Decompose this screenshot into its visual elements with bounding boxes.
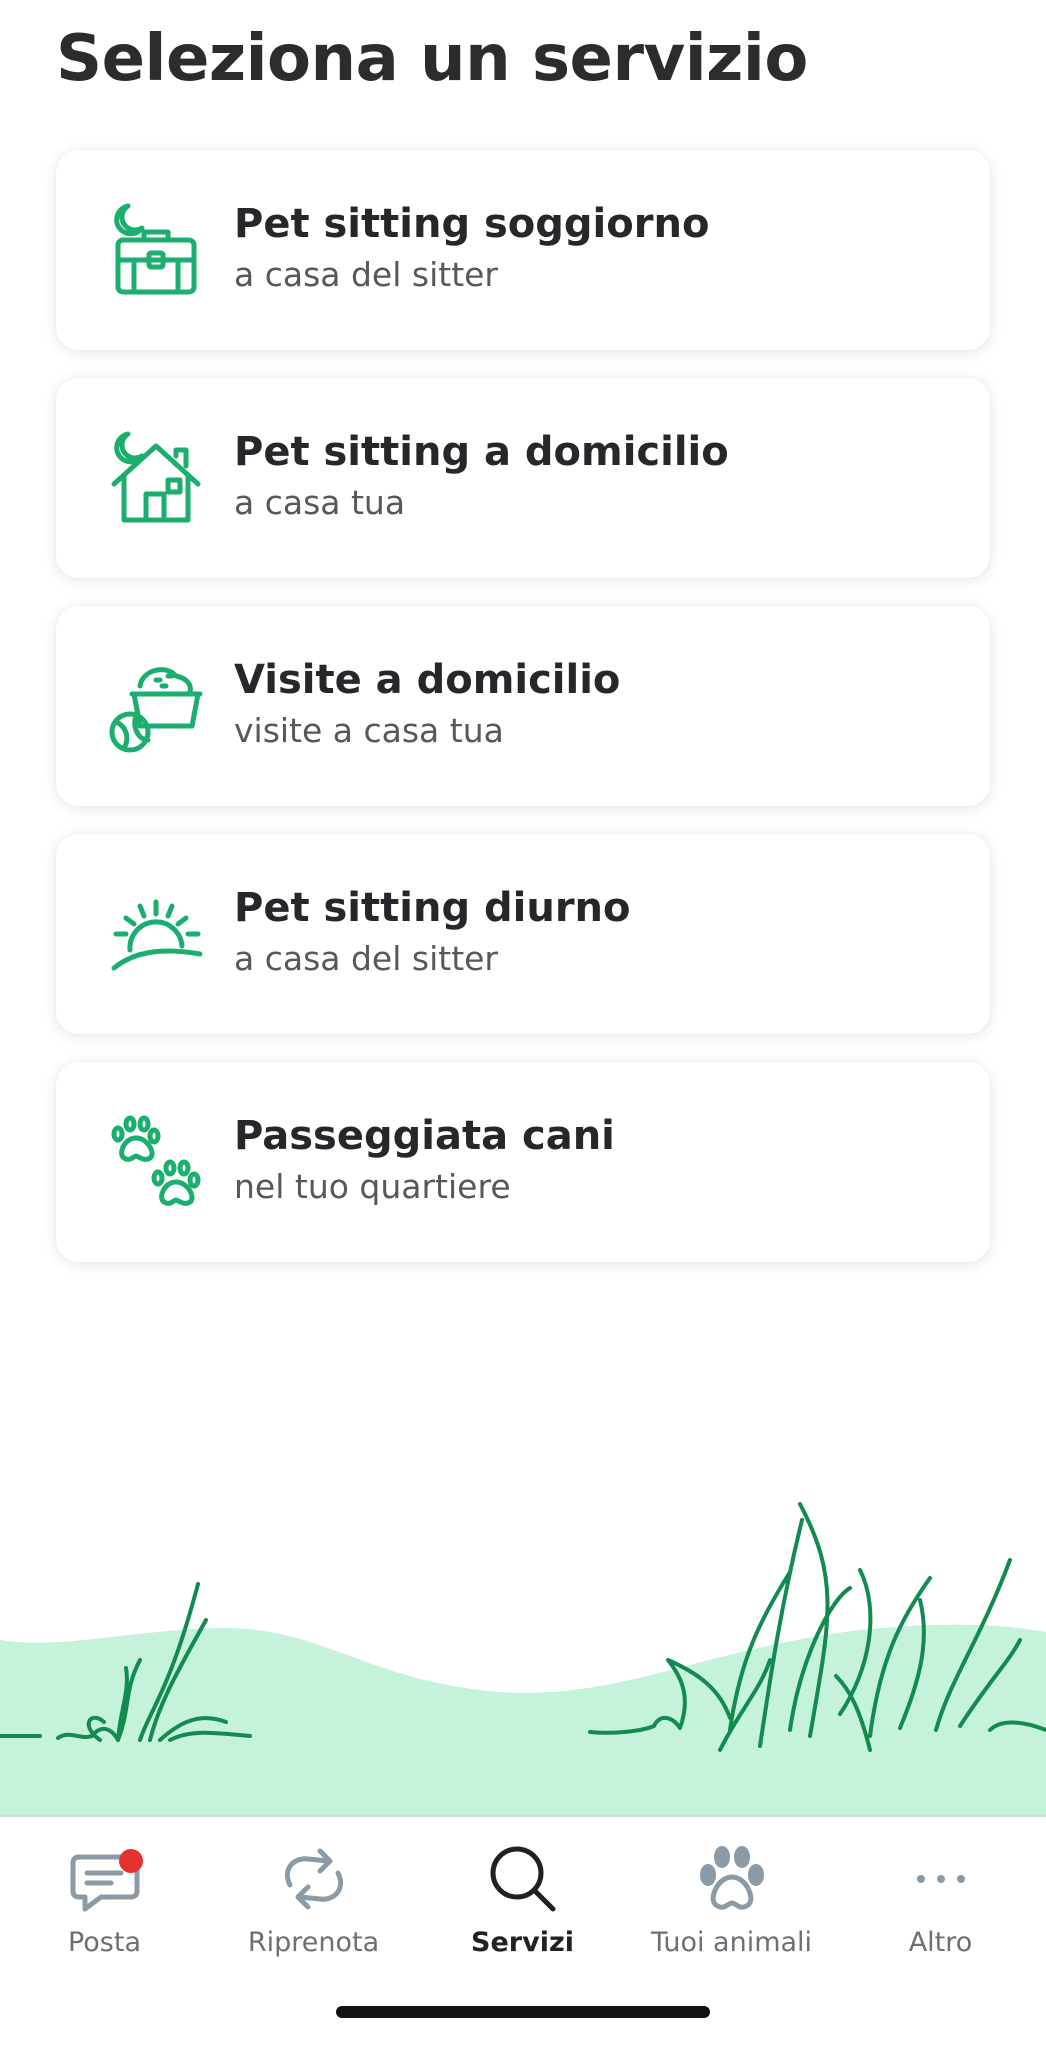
- service-title: Visite a domicilio: [234, 657, 621, 703]
- tab-tuoi-animali[interactable]: Tuoi animali: [627, 1839, 836, 1958]
- home-indicator[interactable]: [336, 2006, 710, 2018]
- tab-label: Servizi: [471, 1927, 574, 1958]
- tab-altro[interactable]: Altro: [836, 1839, 1045, 1958]
- repeat-arrows-icon: [274, 1839, 354, 1919]
- service-title: Pet sitting a domicilio: [234, 429, 729, 475]
- tab-riprenota[interactable]: Riprenota: [209, 1839, 418, 1958]
- page-title: Seleziona un servizio: [56, 22, 808, 96]
- tab-servizi[interactable]: Servizi: [418, 1839, 627, 1958]
- grass-illustration: [0, 1460, 1046, 1816]
- service-title: Pet sitting diurno: [234, 885, 631, 931]
- paw-prints-icon: [106, 1112, 206, 1212]
- service-subtitle: nel tuo quartiere: [234, 1167, 511, 1206]
- tab-label: Altro: [908, 1927, 973, 1958]
- service-card-passeggiata-cani[interactable]: Passeggiata cani nel tuo quartiere: [56, 1062, 990, 1262]
- more-dots-icon: [901, 1839, 981, 1919]
- chat-bubble-icon: [65, 1839, 145, 1919]
- search-icon: [483, 1839, 563, 1919]
- tab-posta[interactable]: Posta: [0, 1839, 209, 1958]
- suitcase-moon-icon: [106, 200, 206, 300]
- service-card-pet-sitting-a-domicilio[interactable]: Pet sitting a domicilio a casa tua: [56, 378, 990, 578]
- service-list: Pet sitting soggiorno a casa del sitter …: [56, 150, 990, 1290]
- tab-label: Posta: [67, 1927, 142, 1958]
- house-moon-icon: [106, 428, 206, 528]
- food-bowl-ball-icon: [106, 656, 206, 756]
- service-card-pet-sitting-soggiorno[interactable]: Pet sitting soggiorno a casa del sitter: [56, 150, 990, 350]
- service-title: Pet sitting soggiorno: [234, 201, 710, 247]
- service-subtitle: a casa del sitter: [234, 939, 498, 978]
- service-subtitle: a casa del sitter: [234, 255, 498, 294]
- service-title: Passeggiata cani: [234, 1113, 615, 1159]
- service-card-pet-sitting-diurno[interactable]: Pet sitting diurno a casa del sitter: [56, 834, 990, 1034]
- tab-label: Riprenota: [247, 1927, 380, 1958]
- sunrise-icon: [106, 884, 206, 984]
- service-subtitle: visite a casa tua: [234, 711, 504, 750]
- notification-dot: [118, 1849, 143, 1873]
- paw-icon: [692, 1839, 772, 1919]
- tab-label: Tuoi animali: [650, 1927, 813, 1958]
- service-card-visite-a-domicilio[interactable]: Visite a domicilio visite a casa tua: [56, 606, 990, 806]
- service-subtitle: a casa tua: [234, 483, 406, 522]
